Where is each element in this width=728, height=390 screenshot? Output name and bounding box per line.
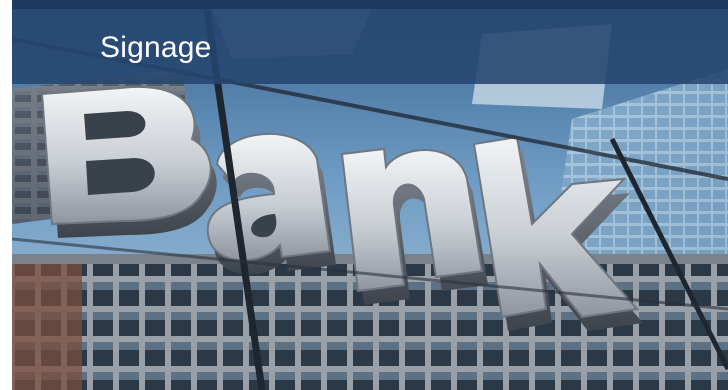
page-title: Signage bbox=[100, 31, 212, 64]
left-margin bbox=[0, 0, 12, 390]
signage-card[interactable]: Signage bbox=[0, 0, 728, 390]
top-rule bbox=[12, 0, 728, 9]
title-bar: Signage bbox=[12, 9, 728, 84]
